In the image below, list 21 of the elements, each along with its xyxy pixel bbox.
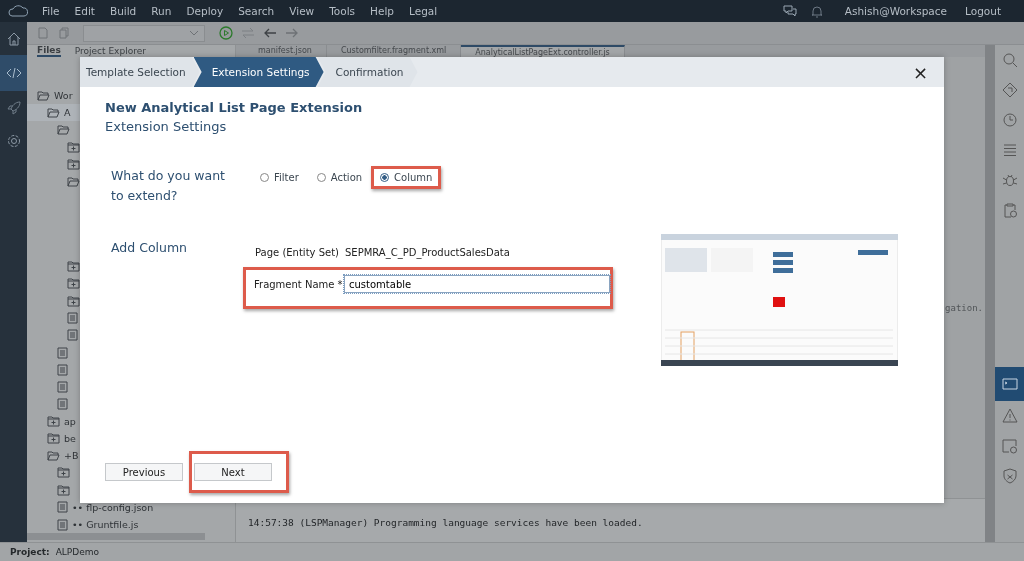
tree-label: •• flp-config.json	[72, 501, 154, 513]
section-label: Add Column	[111, 240, 189, 255]
status-label: Project:	[10, 547, 50, 557]
field-label: Page (Entity Set)	[255, 246, 340, 258]
tree-label: +B	[64, 450, 79, 462]
project-name: ALPDemo	[55, 547, 99, 557]
tree-label: •• Gruntfile.js	[72, 519, 139, 531]
tree-label: be	[64, 433, 76, 445]
option-label: Column	[394, 172, 433, 183]
field-label: Fragment Name *	[254, 278, 344, 290]
code-text: gation.	[945, 303, 983, 313]
console-line: 14:57:38 (LSPManager) Programming language services have been loaded.	[248, 517, 644, 528]
dialog-subtitle: Extension Settings	[105, 119, 228, 134]
question-label: What do you want to extend?	[111, 167, 227, 205]
option-label: Filter	[274, 172, 299, 183]
tree-label: A	[64, 107, 71, 119]
dialog-title: New Analytical List Page Extension	[105, 100, 364, 115]
entity-set-value: SEPMRA_C_PD_ProductSalesData	[345, 246, 510, 258]
option-label: Action	[330, 172, 363, 183]
tree-label: Wor	[54, 90, 73, 102]
tree-label: ap	[64, 415, 76, 427]
